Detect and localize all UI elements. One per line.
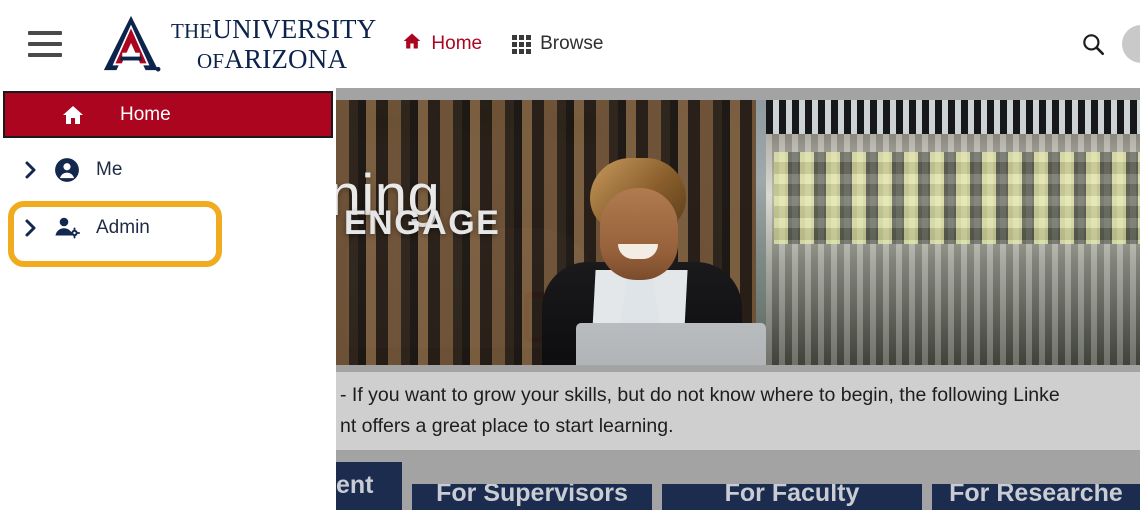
table-column-gap (402, 462, 412, 510)
table-column-gap (652, 462, 662, 510)
hero-person (536, 158, 796, 365)
hero-laptop (576, 323, 766, 365)
hamburger-line (28, 53, 62, 57)
header-nav: Home Browse (402, 31, 603, 57)
sidebar-item-label-admin: Admin (96, 217, 150, 238)
table-column-gap (922, 462, 932, 510)
hero-banner: arning ENGAGE (336, 100, 1140, 365)
intro-text-block: - If you want to grow your skills, but d… (336, 372, 1140, 450)
sidebar-item-admin[interactable]: Admin (0, 199, 336, 257)
university-of-arizona-logo[interactable]: THEUNIVERSITY OFARIZONA (100, 13, 376, 75)
header-actions (1080, 25, 1140, 63)
sidebar-item-me[interactable]: Me (0, 141, 336, 199)
hero-subtitle: ENGAGE (344, 204, 501, 242)
logo-line-2: OFARIZONA (197, 43, 348, 74)
arizona-a-block-icon (103, 15, 161, 72)
nav-item-label-home: Home (431, 33, 483, 54)
resource-table-header-row: ent For Supervisors For Faculty For Rese… (336, 462, 1140, 510)
intro-line-1: - If you want to grow your skills, but d… (340, 384, 1060, 406)
top-header-bar: THEUNIVERSITY OFARIZONA Home Browse (0, 0, 1140, 88)
navigation-sidebar: Home Me Admin (0, 88, 336, 510)
table-header-cell-faculty[interactable]: For Faculty (662, 484, 922, 510)
table-header-cell-supervisors[interactable]: For Supervisors (412, 484, 652, 510)
nav-item-browse[interactable]: Browse (512, 33, 603, 55)
sidebar-item-home[interactable]: Home (0, 88, 336, 141)
hero-pergola (774, 152, 1140, 244)
grid-apps-icon (512, 34, 532, 54)
intro-line-2: nt offers a great place to start learnin… (340, 415, 674, 437)
home-icon (402, 31, 422, 57)
logo-wordmark: THEUNIVERSITY OFARIZONA (171, 13, 377, 74)
hero-building-roofline (766, 100, 1140, 134)
person-icon (52, 157, 82, 183)
search-icon[interactable] (1080, 31, 1106, 57)
logo-line-1: THEUNIVERSITY (171, 13, 377, 44)
person-face (600, 188, 678, 280)
sidebar-admin-wrapper: Admin (0, 199, 336, 267)
table-header-cell-researchers[interactable]: For Researche (932, 484, 1140, 510)
person-gear-icon (52, 215, 82, 241)
hamburger-line (28, 31, 62, 35)
hamburger-line (28, 42, 62, 46)
home-icon (61, 103, 85, 127)
nav-item-label-browse: Browse (540, 33, 604, 54)
hamburger-menu-icon[interactable] (28, 31, 62, 57)
user-avatar[interactable] (1122, 25, 1140, 63)
table-header-cell-0[interactable]: ent (336, 462, 402, 510)
chevron-right-icon (22, 160, 40, 180)
nav-item-home[interactable]: Home (402, 31, 482, 57)
sidebar-item-label-home: Home (120, 103, 171, 125)
sidebar-item-label-me: Me (96, 159, 123, 180)
chevron-right-icon (22, 218, 40, 238)
